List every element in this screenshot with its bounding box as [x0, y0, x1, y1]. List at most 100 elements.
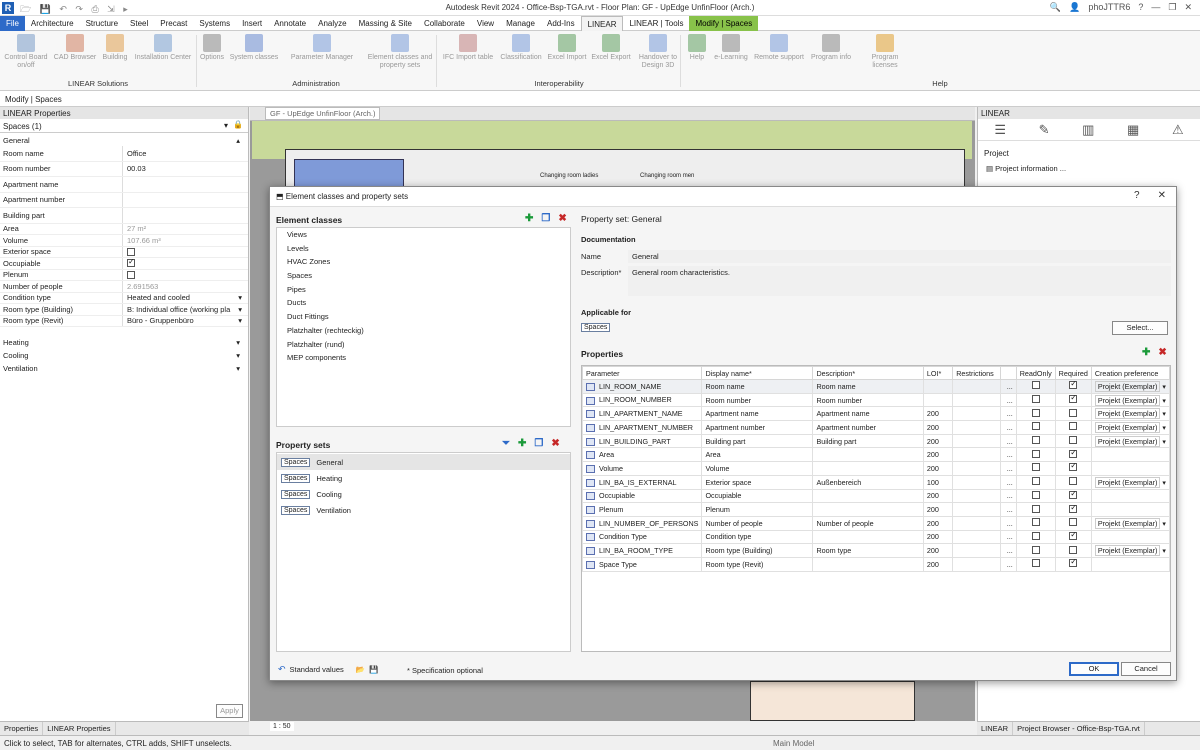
readonly-checkbox[interactable] [1031, 463, 1040, 472]
add-icon[interactable]: ✚ [518, 438, 526, 449]
display-name-cell[interactable]: Room number [701, 392, 814, 408]
element-class-item[interactable]: HVAC Zones [277, 255, 570, 269]
creation-preference-cell[interactable] [1090, 556, 1170, 572]
group-ventilation[interactable]: Ventilation ▾ [0, 361, 248, 374]
element-class-item[interactable]: Spaces [277, 269, 570, 283]
display-name-cell[interactable]: Exterior space [701, 474, 814, 490]
delete-icon[interactable]: ✖ [558, 213, 566, 224]
restrictions-cell[interactable] [952, 488, 1001, 504]
ribbon-button-4[interactable]: Options [198, 34, 226, 62]
cancel-button[interactable]: Cancel [1121, 662, 1171, 676]
tab-properties[interactable]: Properties [0, 722, 44, 735]
ribbon-button-3[interactable]: Installation Center [132, 34, 194, 62]
column-header[interactable]: Creation preference [1090, 366, 1170, 380]
property-checkbox[interactable] [127, 247, 135, 256]
selected-space[interactable] [294, 159, 404, 189]
delete-icon[interactable]: ✖ [1158, 347, 1166, 358]
loi-cell[interactable]: 200 [922, 556, 954, 572]
ellipsis-button[interactable]: ... [999, 433, 1017, 449]
table-row[interactable]: Space Type Room type (Revit) 200... [582, 556, 1170, 572]
creation-preference-cell[interactable]: Projekt (Exemplar) ▾ [1090, 515, 1170, 531]
table-row[interactable]: Plenum Plenum 200... [582, 502, 1170, 517]
parameter-cell[interactable]: LIN_BUILDING_PART [582, 433, 703, 449]
chevron-down-icon[interactable]: ▾ [238, 305, 242, 314]
column-header[interactable]: Description* [812, 366, 924, 380]
required-checkbox[interactable] [1069, 449, 1078, 458]
required-checkbox[interactable] [1069, 422, 1078, 431]
restrictions-cell[interactable] [952, 529, 1001, 545]
table-row[interactable]: Condition Type Condition type 200... [582, 529, 1170, 545]
tab-add-ins[interactable]: Add-Ins [541, 16, 581, 31]
description-cell[interactable] [812, 461, 924, 476]
creation-preference-cell[interactable]: Projekt (Exemplar) ▾ [1090, 433, 1170, 449]
table-row[interactable]: LIN_NUMBER_OF_PERSONS Number of people Num… [582, 515, 1170, 531]
tab-linear[interactable]: LINEAR [977, 722, 1014, 735]
ribbon-button-1[interactable]: CAD Browser [52, 34, 98, 62]
loi-cell[interactable] [922, 379, 954, 394]
creation-preference-value[interactable]: Projekt (Exemplar) [1094, 408, 1161, 420]
creation-preference-cell[interactable]: Projekt (Exemplar) ▾ [1090, 392, 1170, 408]
restrictions-cell[interactable] [952, 515, 1001, 531]
property-value[interactable]: B: Individual office (working pla ▾ [123, 305, 248, 314]
loi-cell[interactable]: 200 [922, 515, 954, 531]
ribbon-button-8[interactable]: IFC Import table [440, 34, 496, 62]
group-heating[interactable]: Heating ▾ [0, 335, 248, 348]
restore-icon[interactable]: ❐ [1168, 2, 1176, 13]
table-row[interactable]: Area Area 200... [582, 447, 1170, 463]
tab-file[interactable]: File [0, 15, 25, 31]
display-name-cell[interactable]: Apartment number [701, 420, 814, 435]
creation-preference-cell[interactable] [1090, 461, 1170, 476]
description-cell[interactable] [812, 488, 924, 504]
tab-project-browser[interactable]: Project Browser - Office-Bsp-TGA.rvt [1013, 722, 1145, 735]
copy-icon[interactable]: ❐ [534, 438, 543, 449]
chevron-down-icon[interactable]: ▾ [1160, 382, 1166, 391]
table-row[interactable]: LIN_BA_ROOM_TYPE Room type (Building) Room… [582, 543, 1170, 558]
parameter-cell[interactable]: LIN_APARTMENT_NUMBER [582, 420, 703, 435]
delete-icon[interactable]: ✖ [551, 438, 559, 449]
column-header[interactable]: Restrictions [952, 366, 1001, 380]
required-checkbox[interactable] [1069, 408, 1078, 417]
display-name-cell[interactable]: Number of people [701, 515, 814, 531]
property-checkbox[interactable] [127, 257, 135, 268]
chevron-down-icon[interactable]: ▾ [238, 316, 242, 325]
user-name[interactable]: phoJTTR6 [1088, 2, 1130, 13]
ribbon-button-10[interactable]: Excel Import [546, 34, 588, 62]
property-value[interactable]: Office [123, 149, 248, 158]
ribbon-button-11[interactable]: Excel Export [590, 34, 632, 62]
restrictions-cell[interactable] [952, 502, 1001, 517]
tab-analyze[interactable]: Analyze [312, 16, 352, 31]
tab-collaborate[interactable]: Collaborate [418, 16, 471, 31]
element-class-item[interactable]: MEP components [277, 351, 570, 365]
tab-structure[interactable]: Structure [80, 16, 124, 31]
dialog-close-button[interactable]: ✕ [1158, 190, 1166, 201]
property-value[interactable]: Büro - Gruppenbüro ▾ [123, 316, 248, 325]
readonly-checkbox[interactable] [1031, 436, 1040, 445]
display-name-cell[interactable]: Room type (Revit) [701, 556, 814, 572]
table-row[interactable]: Occupiable Occupiable 200... [582, 488, 1170, 504]
creation-preference-value[interactable]: Projekt (Exemplar) [1094, 545, 1161, 557]
readonly-checkbox[interactable] [1031, 504, 1040, 513]
parameter-cell[interactable]: LIN_ROOM_NUMBER [582, 392, 703, 408]
folder-icon[interactable]: 📂 [356, 665, 365, 674]
view-scale[interactable]: 1 : 50 [270, 722, 294, 731]
type-selector[interactable]: Spaces (1) ▾ 🔒 [0, 119, 248, 133]
parameter-cell[interactable]: LIN_APARTMENT_NAME [582, 406, 703, 422]
restrictions-cell[interactable] [952, 406, 1001, 422]
column-header[interactable] [999, 366, 1017, 380]
parameter-cell[interactable]: Space Type [582, 556, 703, 572]
restrictions-cell[interactable] [952, 392, 1001, 408]
tab-linear-tools[interactable]: LINEAR | Tools [623, 16, 689, 31]
restrictions-cell[interactable] [952, 433, 1001, 449]
chevron-down-icon[interactable]: ▾ [1160, 519, 1166, 528]
description-cell[interactable]: Number of people [812, 515, 924, 531]
element-class-item[interactable]: Platzhalter (rechteckig) [277, 324, 570, 338]
tab-precast[interactable]: Precast [154, 16, 193, 31]
help-button[interactable]: ? [1134, 190, 1140, 201]
required-checkbox[interactable] [1069, 436, 1078, 445]
tab-massing-site[interactable]: Massing & Site [353, 16, 418, 31]
property-value[interactable]: 2.691563 [123, 282, 248, 291]
tab-steel[interactable]: Steel [124, 16, 154, 31]
ribbon-button-5[interactable]: System classes [228, 34, 280, 62]
loi-cell[interactable]: 200 [922, 433, 954, 449]
element-class-item[interactable]: Ducts [277, 296, 570, 310]
